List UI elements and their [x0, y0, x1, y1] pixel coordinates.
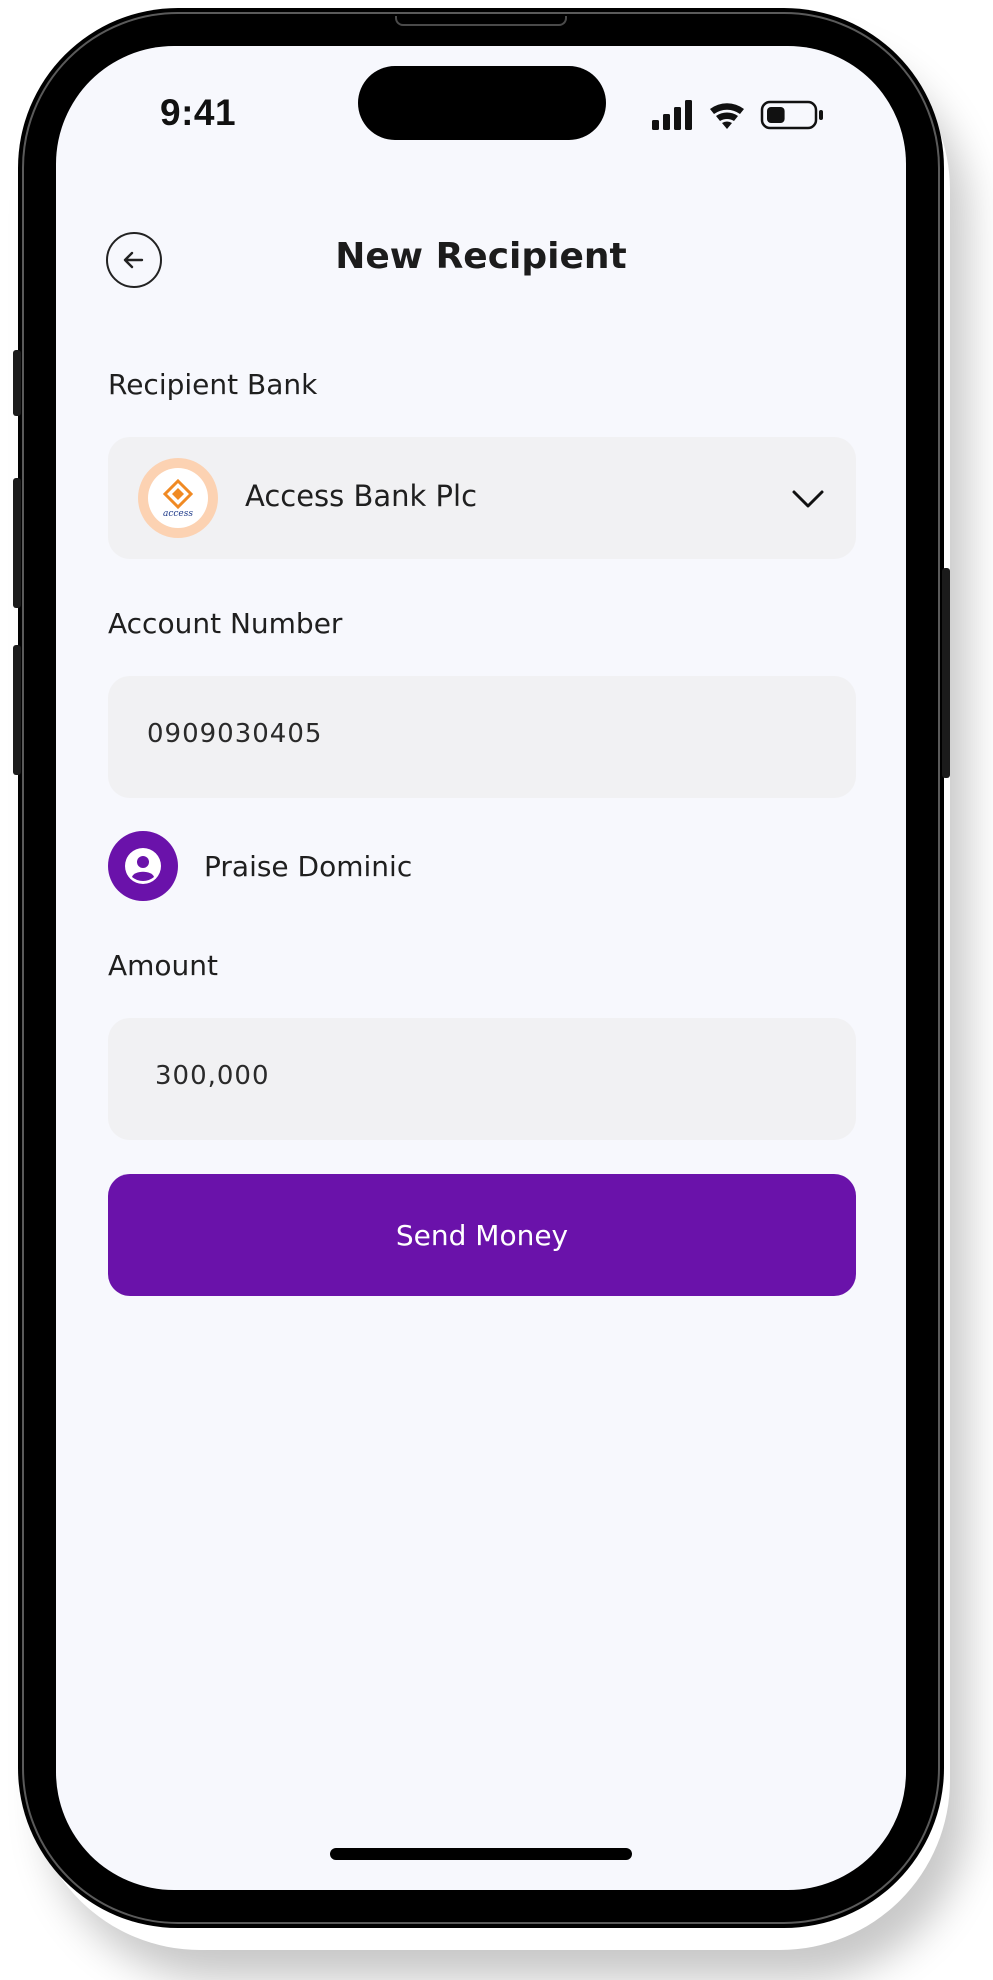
account-number-label: Account Number: [108, 607, 343, 640]
silent-switch: [13, 350, 21, 416]
amount-label: Amount: [108, 949, 219, 982]
avatar: [108, 831, 178, 901]
bank-select[interactable]: access Access Bank Plc: [108, 437, 856, 559]
bank-logo: access: [138, 458, 218, 538]
account-number-input[interactable]: [145, 718, 745, 750]
cellular-signal-icon: [652, 100, 692, 130]
speaker-grille: [395, 16, 567, 26]
volume-down-button: [13, 645, 21, 775]
bank-logo-text: access: [162, 509, 193, 519]
recipient-name: Praise Dominic: [204, 849, 413, 883]
volume-up-button: [13, 478, 21, 608]
status-time: 9:41: [160, 92, 237, 133]
amount-field[interactable]: [108, 1018, 856, 1140]
account-number-field[interactable]: [108, 676, 856, 798]
app-screen: 9:41 New Recipient Recipient Bank access…: [56, 46, 906, 1890]
selected-bank-name: Access Bank Plc: [245, 479, 478, 513]
power-button: [942, 568, 950, 778]
wifi-icon: [710, 103, 744, 129]
home-indicator: [330, 1848, 632, 1860]
page-title: New Recipient: [335, 236, 627, 277]
access-bank-logo-icon: [163, 479, 193, 509]
send-money-button[interactable]: Send Money: [108, 1174, 856, 1296]
status-icons: [652, 100, 823, 130]
chevron-down-icon: [792, 490, 824, 508]
dynamic-island: [358, 66, 606, 140]
battery-icon: [760, 100, 823, 130]
recipient-bank-label: Recipient Bank: [108, 368, 318, 401]
amount-input[interactable]: [153, 1060, 753, 1092]
recipient-info: Praise Dominic: [108, 830, 412, 902]
user-avatar-icon: [125, 848, 161, 884]
